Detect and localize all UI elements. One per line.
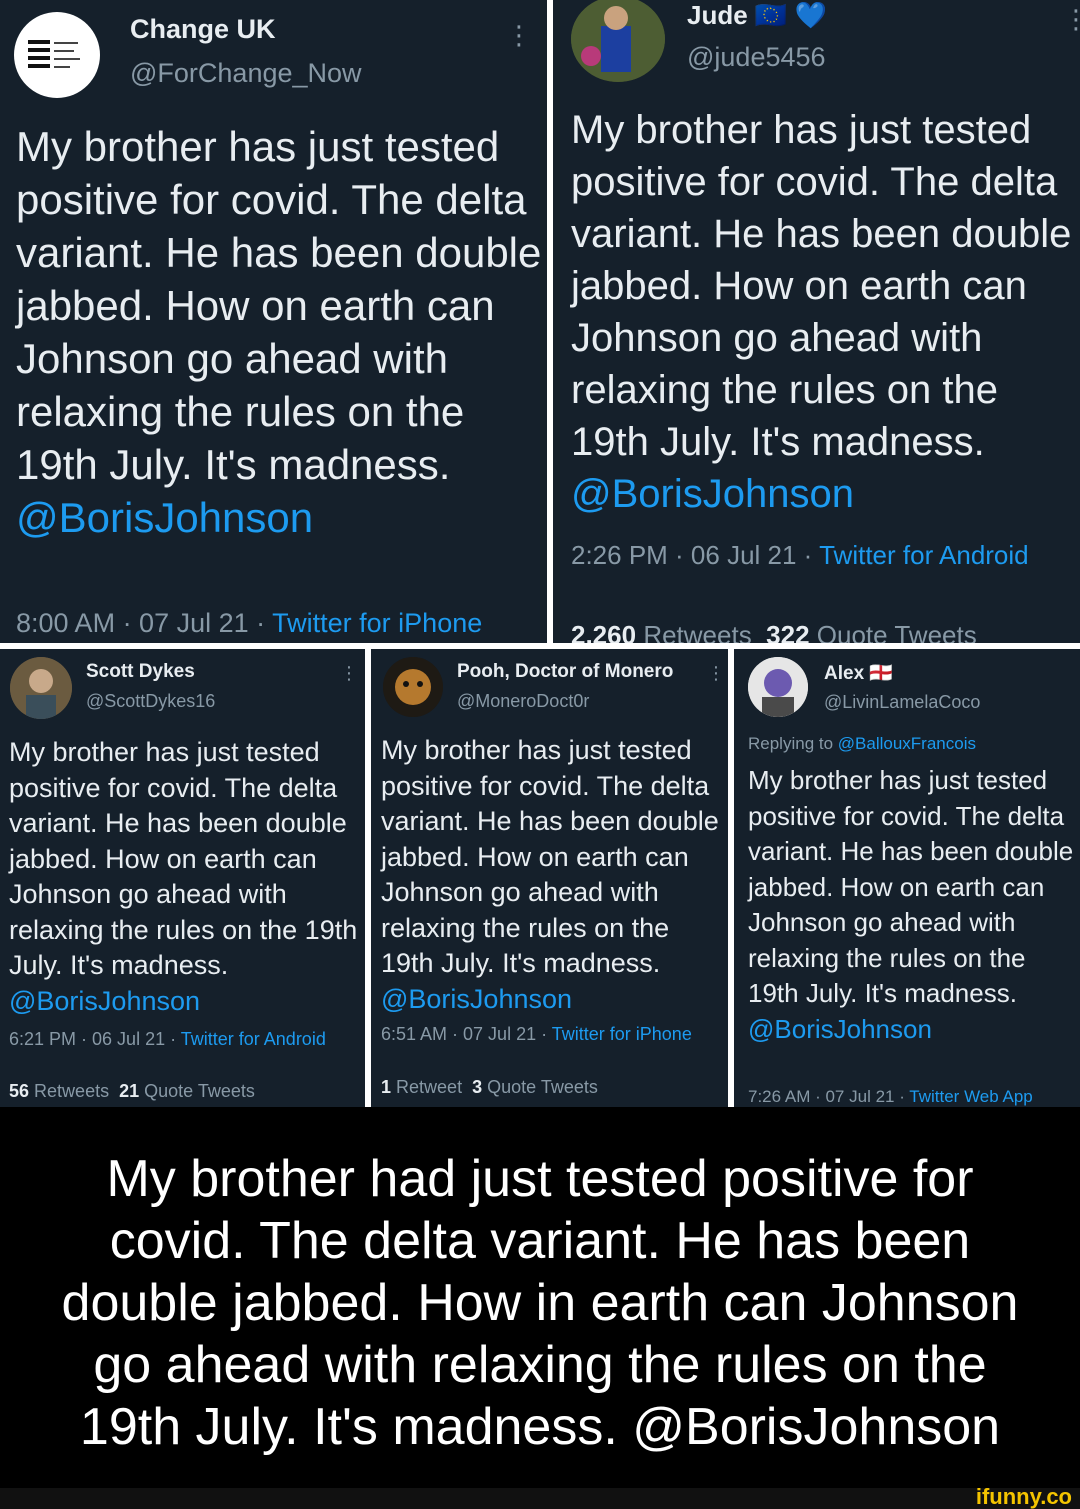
alex-avatar[interactable] (748, 657, 808, 717)
source-link[interactable]: Twitter for Android (819, 540, 1029, 570)
quote-count[interactable]: 3 (472, 1077, 482, 1097)
quotes-label[interactable]: Quote Tweets (144, 1081, 255, 1101)
tweet-timestamp: 6:21 PM · 06 Jul 21 · Twitter for Androi… (9, 1029, 326, 1050)
retweets-label[interactable]: Retweets (643, 620, 751, 643)
jude-avatar[interactable] (571, 0, 665, 82)
retweet-count[interactable]: 2,260 (571, 620, 636, 643)
more-options-icon[interactable]: ⋮ (707, 663, 725, 684)
ifunny-watermark: ifunny.co (975, 1484, 1072, 1509)
tweet-timestamp: 8:00 AM · 07 Jul 21 · Twitter for iPhone (16, 608, 482, 639)
tweet-text: My brother has just tested positive for … (748, 763, 1080, 1047)
replying-to: Replying to @BallouxFrancois (748, 734, 976, 754)
engagement-stats: 1 Retweet 3 Quote Tweets (381, 1077, 598, 1098)
engagement-stats: 56 Retweets 21 Quote Tweets (9, 1081, 255, 1102)
replying-to-link[interactable]: @BallouxFrancois (838, 734, 976, 753)
mention-link[interactable]: @BorisJohnson (16, 494, 313, 541)
divider-vertical-bottom-right (728, 649, 734, 1107)
tweet-body: My brother has just tested positive for … (381, 735, 719, 978)
tweet-card-jude: Jude 🇪🇺 💙 @jude5456 ⋮ My brother has jus… (553, 0, 1080, 643)
source-link[interactable]: Twitter Web App (909, 1087, 1032, 1106)
change-uk-logo-icon (28, 40, 80, 68)
retweets-label[interactable]: Retweet (396, 1077, 462, 1097)
time-date: 6:21 PM · 06 Jul 21 · (9, 1029, 181, 1049)
tweet-body: My brother has just tested positive for … (16, 123, 542, 488)
time-date: 8:00 AM · 07 Jul 21 · (16, 608, 273, 638)
tweet-text: My brother has just tested positive for … (571, 104, 1079, 520)
change-uk-avatar[interactable] (14, 12, 100, 98)
handle[interactable]: @jude5456 (687, 42, 826, 73)
footer-bar (0, 1488, 1080, 1509)
display-name[interactable]: Change UK (130, 14, 276, 45)
meme-caption: My brother had just tested positive for … (0, 1110, 1080, 1490)
scott-dykes-avatar[interactable] (10, 657, 72, 719)
source-link[interactable]: Twitter for Android (181, 1029, 326, 1049)
retweet-count[interactable]: 1 (381, 1077, 391, 1097)
display-name[interactable]: Scott Dykes (86, 661, 195, 683)
mention-link[interactable]: @BorisJohnson (9, 986, 200, 1016)
tweet-text: My brother has just tested positive for … (381, 733, 727, 1017)
handle[interactable]: @MoneroDoct0r (457, 691, 589, 712)
mention-link[interactable]: @BorisJohnson (381, 984, 572, 1014)
pooh-avatar[interactable] (383, 657, 443, 717)
tweet-body: My brother has just tested positive for … (9, 737, 358, 980)
tweet-card-change-uk: Change UK @ForChange_Now ⋮ My brother ha… (0, 0, 547, 643)
replying-to-label: Replying to (748, 734, 838, 753)
divider-vertical-top (547, 0, 553, 649)
source-link[interactable]: Twitter for iPhone (552, 1024, 692, 1044)
time-date: 2:26 PM · 06 Jul 21 · (571, 540, 820, 570)
tweet-body: My brother has just tested positive for … (571, 108, 1072, 464)
quotes-label[interactable]: Quote Tweets (817, 620, 977, 643)
mention-link[interactable]: @BorisJohnson (748, 1014, 932, 1044)
tweet-text: My brother has just tested positive for … (16, 120, 544, 544)
tweet-card-pooh: Pooh, Doctor of Monero @MoneroDoct0r ⋮ M… (371, 649, 728, 1107)
profile-photo-icon (383, 657, 443, 717)
more-options-icon[interactable]: ⋮ (340, 663, 358, 684)
retweets-label[interactable]: Retweets (34, 1081, 109, 1101)
mention-link[interactable]: @BorisJohnson (571, 472, 854, 516)
tweet-card-scott-dykes: Scott Dykes @ScottDykes16 ⋮ My brother h… (0, 649, 365, 1107)
retweet-count[interactable]: 56 (9, 1081, 29, 1101)
more-options-icon[interactable]: ⋮ (1063, 4, 1080, 35)
tweet-text: My brother has just tested positive for … (9, 735, 361, 1019)
quote-count[interactable]: 322 (766, 620, 809, 643)
profile-photo-icon (748, 657, 808, 717)
profile-photo-icon (571, 0, 665, 82)
quote-count[interactable]: 21 (119, 1081, 139, 1101)
divider-horizontal (0, 643, 1080, 649)
time-date: 6:51 AM · 07 Jul 21 · (381, 1024, 552, 1044)
tweet-timestamp: 2:26 PM · 06 Jul 21 · Twitter for Androi… (571, 540, 1029, 571)
tweet-card-alex: Alex 🏴󠁧󠁢󠁥󠁮󠁧󠁿 @LivinLamelaCoco Replying t… (734, 649, 1080, 1107)
time-date: 7:26 AM · 07 Jul 21 · (748, 1087, 910, 1106)
engagement-stats: 2,260 Retweets 322 Quote Tweets (571, 620, 977, 643)
source-link[interactable]: Twitter for iPhone (272, 608, 482, 638)
profile-photo-icon (10, 657, 72, 719)
tweet-timestamp: 7:26 AM · 07 Jul 21 · Twitter Web App (748, 1087, 1033, 1107)
quotes-label[interactable]: Quote Tweets (487, 1077, 598, 1097)
more-options-icon[interactable]: ⋮ (506, 20, 532, 51)
display-name[interactable]: Alex 🏴󠁧󠁢󠁥󠁮󠁧󠁿 (824, 661, 893, 685)
handle[interactable]: @ScottDykes16 (86, 691, 215, 712)
display-name[interactable]: Jude 🇪🇺 💙 (687, 0, 827, 31)
handle[interactable]: @LivinLamelaCoco (824, 692, 980, 713)
tweet-timestamp: 6:51 AM · 07 Jul 21 · Twitter for iPhone (381, 1024, 692, 1045)
display-name[interactable]: Pooh, Doctor of Monero (457, 661, 673, 683)
handle[interactable]: @ForChange_Now (130, 58, 362, 89)
divider-vertical-bottom-left (365, 649, 371, 1107)
tweet-body: My brother has just tested positive for … (748, 765, 1074, 1008)
